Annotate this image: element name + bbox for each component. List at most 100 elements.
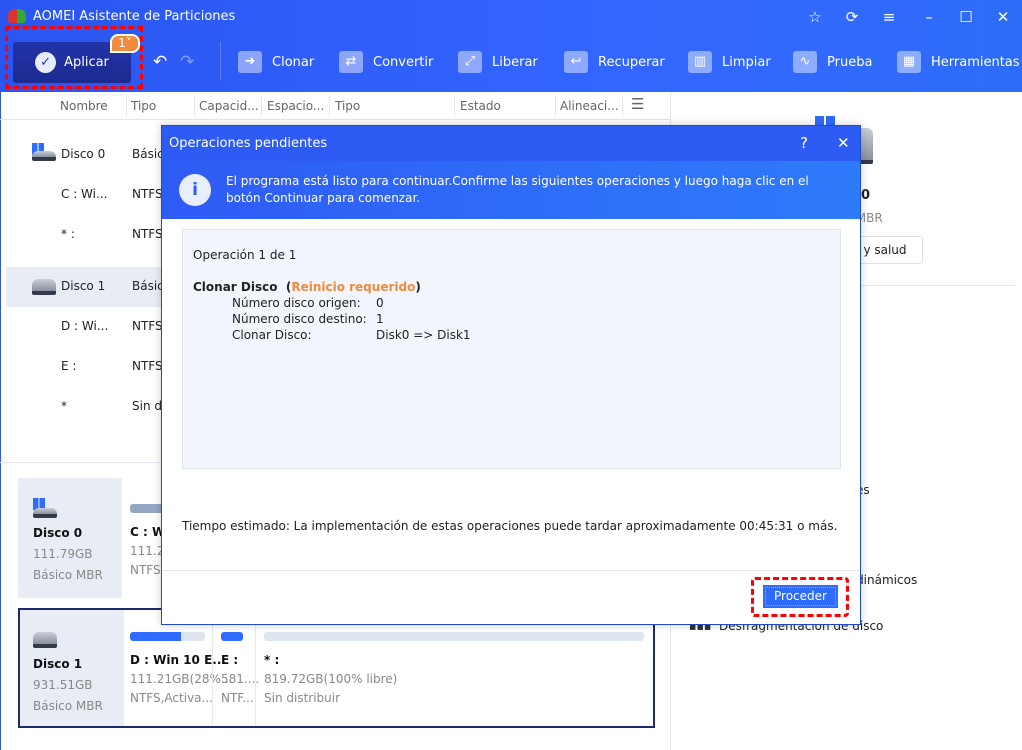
minimize-button[interactable]: –: [918, 6, 940, 28]
help-icon[interactable]: ?: [800, 134, 808, 152]
disk-name: Disco 0: [33, 526, 83, 540]
usage-bar: [130, 632, 205, 641]
star-icon[interactable]: ☆: [804, 6, 826, 28]
disk-name: 0: [861, 188, 871, 203]
column-capacity[interactable]: Capacid...: [199, 99, 259, 113]
operations-list: Operación 1 de 1 Clonar Disco (Reinicio …: [182, 229, 841, 469]
clone-icon: ➜: [238, 51, 262, 73]
close-button[interactable]: ✕: [992, 6, 1014, 28]
column-fs-type[interactable]: Tipo: [335, 99, 360, 113]
operation-title: Clonar Disco (Reinicio requerido): [193, 280, 421, 294]
convert-icon: ⇄: [339, 51, 363, 73]
row-type: NTFS: [132, 359, 163, 373]
row-name: Disco 0: [61, 147, 106, 161]
tools-icon: ▦: [897, 51, 921, 73]
partition-unallocated[interactable]: * : 819.72GB(100% libre) Sin distribuir: [264, 632, 644, 705]
column-status[interactable]: Estado: [460, 99, 501, 113]
partition-d[interactable]: D : Win 10 E... 111.21GB(28%... NTFS,Act…: [130, 632, 233, 705]
detail-key: Número disco destino:: [232, 312, 367, 326]
pending-operations-dialog: Operaciones pendientes ? ✕ i El programa…: [161, 125, 861, 625]
detail-key: Número disco origen:: [232, 296, 361, 310]
row-type: NTFS: [132, 227, 163, 241]
test-icon: ∿: [793, 51, 817, 73]
row-type: Básic: [132, 147, 164, 161]
partition-name: E :: [221, 653, 239, 667]
tool-label: Liberar: [492, 54, 538, 70]
dialog-title: Operaciones pendientes: [169, 136, 328, 151]
row-name: E :: [61, 359, 77, 373]
tool-tools[interactable]: ▦ Herramientas: [897, 50, 1020, 74]
disk-icon: [32, 279, 56, 295]
menu-icon[interactable]: ≡: [878, 6, 900, 28]
tool-label: Recuperar: [598, 54, 665, 70]
partition-size: 819.72GB(100% libre): [264, 672, 398, 686]
partition-fs: NTF...: [221, 691, 254, 705]
partition-name: * :: [264, 653, 280, 667]
disk-style: Básico MBR: [33, 699, 103, 713]
usage-bar: [264, 632, 644, 641]
partition-name: D : Win 10 E...: [130, 653, 226, 667]
detail-value: 0: [376, 296, 384, 310]
operation-counter: Operación 1 de 1: [193, 248, 297, 262]
row-name: *: [61, 399, 67, 413]
partition-size: 111.21GB(28%...: [130, 672, 233, 686]
disk-icon: [33, 508, 57, 518]
tool-convert[interactable]: ⇄ Convertir: [339, 50, 433, 74]
disk-card-1[interactable]: Disco 1 931.51GB Básico MBR D : Win 10 E…: [18, 608, 655, 728]
info-text: El programa está listo para continuar.Co…: [226, 174, 809, 205]
highlight-box: [5, 26, 143, 89]
tool-label: Clonar: [272, 54, 315, 70]
partition-size: 581....: [221, 672, 260, 686]
disk-style: Básico MBR: [33, 568, 103, 582]
row-name: Disco 1: [61, 279, 106, 293]
tool-free-up[interactable]: ⤢ Liberar: [458, 50, 538, 74]
detail-value: 1: [376, 312, 384, 326]
restart-required-note: Reinicio requerido: [291, 280, 416, 294]
disk-icon: [33, 632, 57, 648]
detail-key: Clonar Disco:: [232, 328, 312, 342]
disk-size: 931.51GB: [33, 678, 93, 692]
free-up-icon: ⤢: [458, 51, 482, 73]
app-logo-icon: [8, 9, 26, 23]
detail-value: Disk0 => Disk1: [376, 328, 471, 342]
recover-icon: ↩: [564, 51, 588, 73]
dialog-close-icon[interactable]: ✕: [837, 134, 850, 152]
wipe-icon: ▥: [688, 51, 712, 73]
tool-label: Prueba: [827, 54, 873, 70]
undo-icon[interactable]: ↶: [153, 52, 167, 72]
estimated-time: Tiempo estimado: La implementación de es…: [182, 519, 838, 533]
dialog-header: Operaciones pendientes ? ✕: [162, 126, 860, 161]
toolbar-divider: [220, 42, 221, 80]
column-name[interactable]: Nombre: [60, 99, 108, 113]
info-banner: i El programa está listo para continuar.…: [162, 161, 860, 219]
tool-label: Limpiar: [722, 54, 771, 70]
operation-name: Clonar Disco: [193, 280, 278, 294]
disk-name: Disco 1: [33, 657, 83, 671]
highlight-box: [751, 577, 849, 617]
disk-icon: [32, 151, 56, 161]
app-title: AOMEI Asistente de Particiones: [33, 9, 236, 24]
partition-e[interactable]: E : 581.... NTF...: [221, 632, 260, 705]
disk-size: 111.79GB: [33, 547, 93, 561]
row-type: NTFS: [132, 319, 163, 333]
column-free-space[interactable]: Espacio...: [267, 99, 324, 113]
tool-wipe[interactable]: ▥ Limpiar: [688, 50, 771, 74]
divider: [162, 570, 860, 571]
row-type: Sin d: [132, 399, 162, 413]
column-header: Nombre Tipo Capacid... Espacio... Tipo E…: [0, 92, 670, 120]
info-icon: i: [179, 174, 211, 206]
partition-fs: Sin distribuir: [264, 691, 341, 705]
tool-label: Herramientas: [931, 54, 1020, 70]
tool-recover[interactable]: ↩ Recuperar: [564, 50, 665, 74]
row-name: D : Wi...: [61, 319, 109, 333]
column-type[interactable]: Tipo: [131, 99, 156, 113]
column-settings-icon[interactable]: ☰: [631, 95, 644, 113]
row-name: * :: [61, 227, 75, 241]
tool-clone[interactable]: ➜ Clonar: [238, 50, 314, 74]
maximize-button[interactable]: ☐: [955, 6, 977, 28]
refresh-icon[interactable]: ⟳: [841, 6, 863, 28]
tool-test[interactable]: ∿ Prueba: [793, 50, 872, 74]
usage-bar: [221, 632, 243, 641]
column-alignment[interactable]: Alineaci...: [560, 99, 619, 113]
row-type: NTFS: [132, 187, 163, 201]
